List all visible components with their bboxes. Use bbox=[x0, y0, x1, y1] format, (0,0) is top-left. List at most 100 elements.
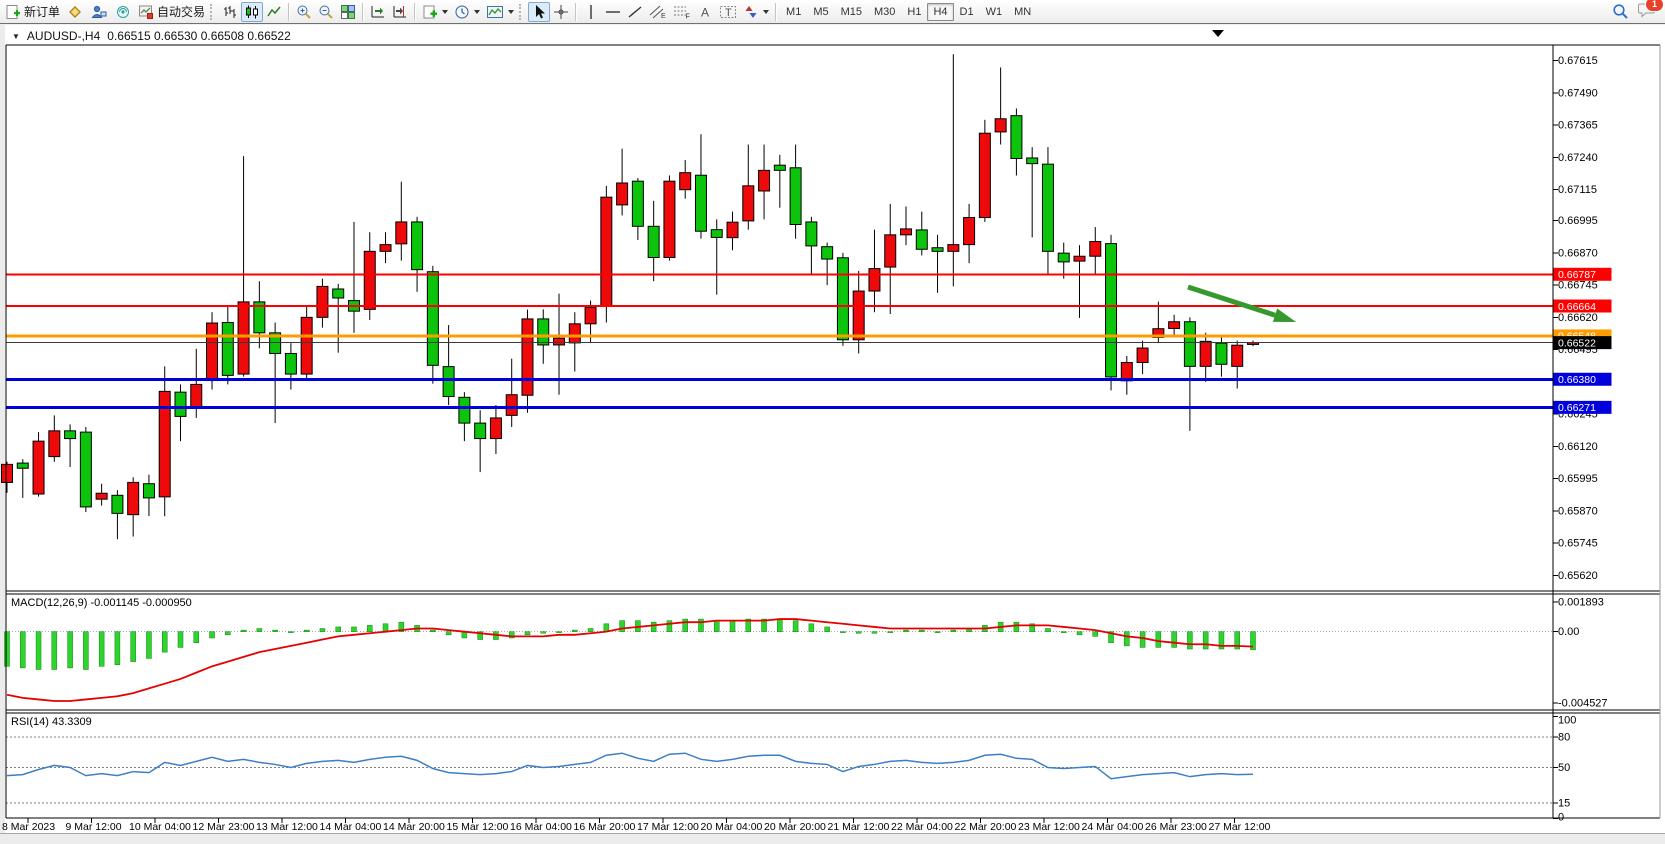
timeframe-w1-button[interactable]: W1 bbox=[980, 3, 1009, 21]
crosshair-icon bbox=[553, 4, 569, 20]
crosshair-button[interactable] bbox=[550, 2, 572, 22]
tile-windows-icon bbox=[340, 4, 356, 20]
svg-text:26 Mar 23:00: 26 Mar 23:00 bbox=[1145, 821, 1207, 833]
svg-text:15 Mar 12:00: 15 Mar 12:00 bbox=[447, 821, 509, 833]
svg-text:16 Mar 04:00: 16 Mar 04:00 bbox=[510, 821, 572, 833]
auto-trading-button[interactable]: 自动交易 bbox=[135, 2, 208, 22]
zoom-in-icon bbox=[296, 4, 312, 20]
label-letter: T bbox=[725, 7, 732, 19]
svg-text:0.00: 0.00 bbox=[1558, 626, 1579, 638]
shapes-tool-button[interactable] bbox=[740, 2, 772, 22]
horizontal-line-tool-button[interactable] bbox=[602, 2, 624, 22]
zoom-out-button[interactable] bbox=[315, 2, 337, 22]
svg-text:0.66380: 0.66380 bbox=[1558, 374, 1596, 386]
timeframe-m1-button[interactable]: M1 bbox=[780, 3, 807, 21]
toolbar-separator bbox=[775, 3, 777, 21]
svg-text:80: 80 bbox=[1558, 731, 1570, 743]
svg-text:0.67115: 0.67115 bbox=[1558, 184, 1597, 196]
zoom-in-button[interactable] bbox=[293, 2, 315, 22]
svg-text:17 Mar 12:00: 17 Mar 12:00 bbox=[637, 821, 699, 833]
chevron-down-icon bbox=[508, 10, 514, 14]
svg-text:0.66787: 0.66787 bbox=[1558, 269, 1596, 281]
chart-shift-button[interactable] bbox=[389, 2, 411, 22]
line-chart-icon bbox=[266, 4, 282, 20]
auto-scroll-icon bbox=[370, 4, 386, 20]
svg-text:0.67240: 0.67240 bbox=[1558, 152, 1598, 164]
svg-text:27 Mar 12:00: 27 Mar 12:00 bbox=[1209, 821, 1271, 833]
svg-text:0.65745: 0.65745 bbox=[1558, 538, 1598, 550]
svg-text:15: 15 bbox=[1558, 798, 1570, 810]
toolbar-separator bbox=[362, 3, 364, 21]
svg-text:0: 0 bbox=[1558, 812, 1564, 824]
bar-chart-button[interactable] bbox=[219, 2, 241, 22]
text-tool-button[interactable]: A bbox=[694, 2, 716, 22]
timeframe-d1-button[interactable]: D1 bbox=[954, 3, 980, 21]
new-order-button[interactable]: 新订单 bbox=[2, 2, 63, 22]
svg-text:20 Mar 04:00: 20 Mar 04:00 bbox=[701, 821, 763, 833]
svg-text:0.66120: 0.66120 bbox=[1558, 441, 1598, 453]
vertical-line-icon bbox=[585, 4, 597, 20]
fibonacci-tool-button[interactable]: F bbox=[670, 2, 694, 22]
bar-chart-icon bbox=[222, 4, 238, 20]
tile-windows-button[interactable] bbox=[337, 2, 359, 22]
indicators-button[interactable] bbox=[483, 2, 517, 22]
svg-text:0.67490: 0.67490 bbox=[1558, 87, 1598, 99]
chart-title-ohlc: 0.66515 0.66530 0.66508 0.66522 bbox=[107, 29, 291, 43]
market-watch-button[interactable] bbox=[87, 2, 111, 22]
svg-text:0.66745: 0.66745 bbox=[1558, 280, 1598, 292]
market-watch-icon bbox=[90, 4, 108, 20]
label-tool-button[interactable]: T bbox=[716, 2, 740, 22]
auto-trading-label: 自动交易 bbox=[157, 3, 205, 20]
svg-text:24 Mar 04:00: 24 Mar 04:00 bbox=[1082, 821, 1144, 833]
svg-text:0.66522: 0.66522 bbox=[1558, 337, 1596, 349]
svg-text:-0.004527: -0.004527 bbox=[1558, 698, 1608, 710]
timeframe-m5-button[interactable]: M5 bbox=[807, 3, 834, 21]
toolbar-grip bbox=[519, 4, 525, 20]
svg-text:100: 100 bbox=[1558, 715, 1576, 727]
signals-button[interactable] bbox=[111, 2, 135, 22]
toolbar-grip bbox=[210, 4, 216, 20]
candlestick-chart-icon bbox=[244, 4, 260, 20]
periods-button[interactable] bbox=[451, 2, 483, 22]
chevron-down-icon bbox=[474, 10, 480, 14]
candlestick-chart-button[interactable] bbox=[241, 2, 263, 22]
svg-text:12 Mar 23:00: 12 Mar 23:00 bbox=[193, 821, 255, 833]
auto-scroll-button[interactable] bbox=[367, 2, 389, 22]
chart-canvas[interactable]: 0.676150.674900.673650.672400.671150.669… bbox=[0, 0, 1665, 843]
timeframe-h4-button[interactable]: H4 bbox=[927, 3, 953, 21]
timeframe-mn-button[interactable]: MN bbox=[1008, 3, 1037, 21]
search-button[interactable] bbox=[1609, 2, 1632, 22]
timeframe-m30-button[interactable]: M30 bbox=[868, 3, 901, 21]
notifications-button[interactable]: 1 bbox=[1638, 1, 1657, 23]
svg-text:22 Mar 20:00: 22 Mar 20:00 bbox=[955, 821, 1017, 833]
text-tool-icon: A bbox=[698, 4, 712, 20]
line-chart-button[interactable] bbox=[263, 2, 285, 22]
svg-text:9 Mar 12:00: 9 Mar 12:00 bbox=[66, 821, 122, 833]
label-tool-icon: T bbox=[719, 4, 737, 20]
vertical-line-tool-button[interactable] bbox=[580, 2, 602, 22]
trendline-icon bbox=[627, 4, 643, 20]
trendline-tool-button[interactable] bbox=[624, 2, 646, 22]
svg-text:22 Mar 04:00: 22 Mar 04:00 bbox=[891, 821, 953, 833]
new-order-label: 新订单 bbox=[24, 3, 60, 20]
new-chart-button[interactable] bbox=[419, 2, 451, 22]
chart-title-row[interactable]: ▼ AUDUSD-,H4 0.66515 0.66530 0.66508 0.6… bbox=[12, 29, 291, 43]
signals-icon bbox=[114, 4, 132, 20]
timeframe-h1-button[interactable]: H1 bbox=[901, 3, 927, 21]
cursor-button[interactable] bbox=[528, 2, 550, 22]
new-chart-icon bbox=[422, 4, 438, 20]
svg-text:0.66664: 0.66664 bbox=[1558, 301, 1596, 313]
search-icon bbox=[1612, 3, 1629, 20]
svg-text:10 Mar 04:00: 10 Mar 04:00 bbox=[129, 821, 191, 833]
text-letter: A bbox=[701, 5, 709, 19]
channel-tool-button[interactable]: E bbox=[646, 2, 670, 22]
expert-advisors-button[interactable] bbox=[63, 2, 87, 22]
cursor-icon bbox=[532, 4, 546, 20]
clock-icon bbox=[454, 4, 470, 20]
svg-text:0.66620: 0.66620 bbox=[1558, 312, 1598, 324]
chevron-down-icon[interactable]: ▼ bbox=[12, 32, 20, 41]
svg-text:23 Mar 12:00: 23 Mar 12:00 bbox=[1018, 821, 1080, 833]
toolbar-separator bbox=[575, 3, 577, 21]
timeframe-m15-button[interactable]: M15 bbox=[835, 3, 868, 21]
rsi-indicator-label: RSI(14) 43.3309 bbox=[11, 716, 92, 728]
